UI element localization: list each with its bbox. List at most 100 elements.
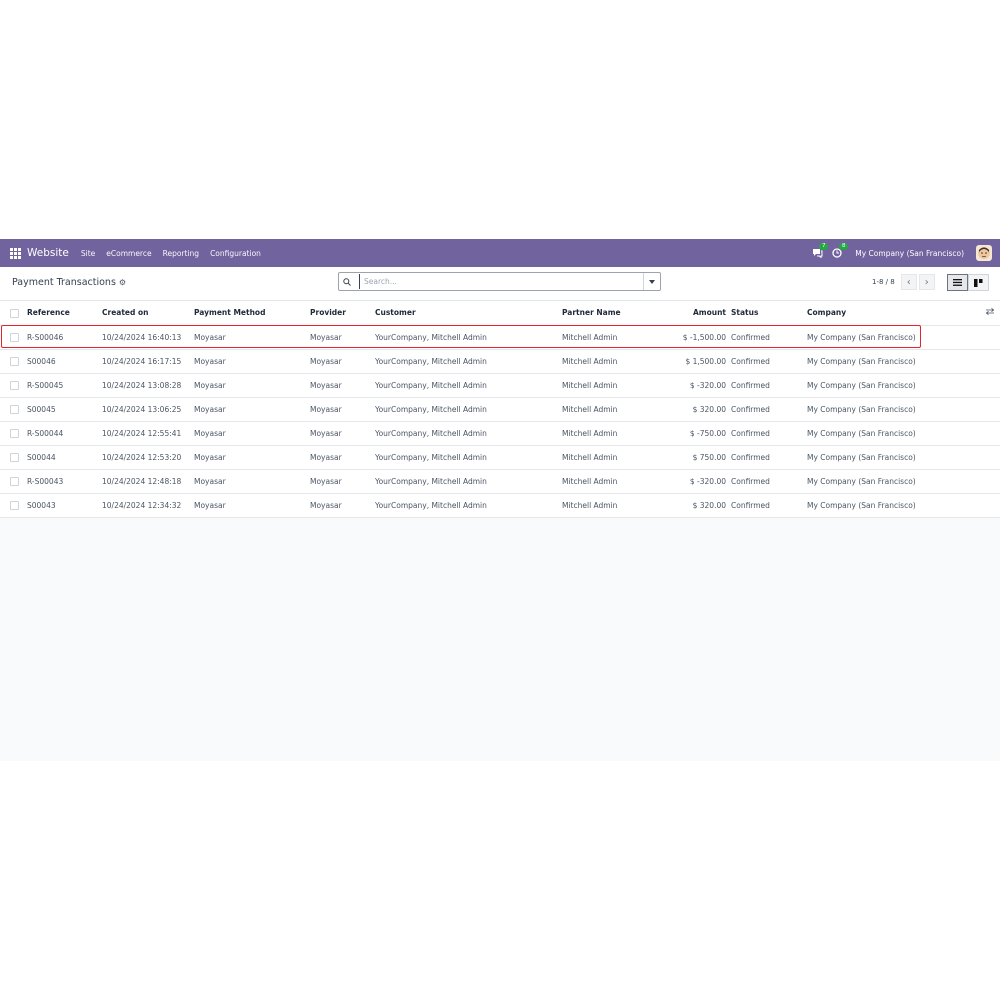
cell-status: Confirmed xyxy=(731,356,770,366)
breadcrumb: Payment Transactions ⚙ xyxy=(12,277,126,288)
kanban-view-button[interactable] xyxy=(968,274,989,291)
row-checkbox[interactable] xyxy=(0,469,27,493)
list-view: Reference Created on Payment Method Prov… xyxy=(0,301,1000,518)
cell-customer: YourCompany, Mitchell Admin xyxy=(375,404,487,414)
cell-reference: S00043 xyxy=(27,500,56,510)
cell-payment-method: Moyasar xyxy=(194,500,226,510)
search-icon xyxy=(339,277,355,286)
search-input[interactable] xyxy=(359,274,643,289)
cell-payment-method: Moyasar xyxy=(194,332,226,342)
sliders-icon xyxy=(985,308,995,316)
row-checkbox[interactable] xyxy=(0,397,27,421)
cell-reference: R-S00043 xyxy=(27,476,64,486)
row-end-cell xyxy=(985,325,1000,349)
cell-created-on: 10/24/2024 16:40:13 xyxy=(102,332,182,342)
kanban-view-icon xyxy=(974,278,983,287)
user-avatar[interactable] xyxy=(976,245,992,261)
cell-payment-method: Moyasar xyxy=(194,428,226,438)
row-checkbox[interactable] xyxy=(0,445,27,469)
menu-site[interactable]: Site xyxy=(81,249,95,258)
list-view-button[interactable] xyxy=(947,274,968,291)
cell-company: My Company (San Francisco) xyxy=(807,404,916,414)
optional-columns-toggle[interactable] xyxy=(985,301,1000,326)
cell-status: Confirmed xyxy=(731,380,770,390)
row-checkbox[interactable] xyxy=(0,325,27,349)
pager-previous-button[interactable]: ‹ xyxy=(900,274,917,290)
cell-amount: $ 1,500.00 xyxy=(685,356,726,366)
pager-value[interactable]: 1-8 / 8 xyxy=(872,278,895,286)
row-end-cell xyxy=(985,493,1000,517)
col-header-amount[interactable]: Amount xyxy=(670,301,731,326)
table-row[interactable]: R-S00044 10/24/2024 12:55:41 Moyasar Moyasa… xyxy=(0,421,1000,445)
cell-status: Confirmed xyxy=(731,452,770,462)
cell-status: Confirmed xyxy=(731,404,770,414)
table-row[interactable]: S00045 10/24/2024 13:06:25 Moyasar Moyasar Y… xyxy=(0,397,1000,421)
pager-next-button[interactable]: › xyxy=(918,274,935,290)
row-end-cell xyxy=(985,469,1000,493)
cell-customer: YourCompany, Mitchell Admin xyxy=(375,428,487,438)
cell-partner-name: Mitchell Admin xyxy=(562,380,618,390)
transactions-table: Reference Created on Payment Method Prov… xyxy=(0,301,1000,518)
col-header-company[interactable]: Company xyxy=(807,301,985,326)
col-header-provider[interactable]: Provider xyxy=(310,301,375,326)
row-end-cell xyxy=(985,397,1000,421)
menu-reporting[interactable]: Reporting xyxy=(163,249,199,258)
cell-provider: Moyasar xyxy=(310,476,342,486)
menu-ecommerce[interactable]: eCommerce xyxy=(106,249,151,258)
cell-partner-name: Mitchell Admin xyxy=(562,428,618,438)
cell-customer: YourCompany, Mitchell Admin xyxy=(375,500,487,510)
table-row[interactable]: R-S00045 10/24/2024 13:08:28 Moyasar Moyasa… xyxy=(0,373,1000,397)
cell-company: My Company (San Francisco) xyxy=(807,452,916,462)
cell-amount: $ 320.00 xyxy=(692,500,726,510)
row-checkbox[interactable] xyxy=(0,349,27,373)
systray: 7 8 My Company (San Francisco) xyxy=(811,243,992,261)
page-title: Payment Transactions xyxy=(12,277,116,288)
col-header-status[interactable]: Status xyxy=(731,301,807,326)
table-row[interactable]: R-S00046 10/24/2024 16:40:13 Moyasar Moyasa… xyxy=(0,325,1000,349)
row-checkbox[interactable] xyxy=(0,373,27,397)
cell-provider: Moyasar xyxy=(310,332,342,342)
row-end-cell xyxy=(985,349,1000,373)
cell-customer: YourCompany, Mitchell Admin xyxy=(375,452,487,462)
cell-created-on: 10/24/2024 12:55:41 xyxy=(102,428,182,438)
cell-partner-name: Mitchell Admin xyxy=(562,452,618,462)
col-header-created-on[interactable]: Created on xyxy=(102,301,194,326)
cell-amount: $ 750.00 xyxy=(692,452,726,462)
messages-icon[interactable]: 7 xyxy=(811,243,829,259)
menu-configuration[interactable]: Configuration xyxy=(210,249,261,258)
table-row[interactable]: S00046 10/24/2024 16:17:15 Moyasar Moyasar Y… xyxy=(0,349,1000,373)
col-header-payment-method[interactable]: Payment Method xyxy=(194,301,310,326)
search-bar xyxy=(338,272,661,291)
cell-provider: Moyasar xyxy=(310,380,342,390)
app-window: Website Site eCommerce Reporting Configu… xyxy=(0,239,1000,761)
table-row[interactable]: S00043 10/24/2024 12:34:32 Moyasar Moyasar Y… xyxy=(0,493,1000,517)
cell-created-on: 10/24/2024 16:17:15 xyxy=(102,356,182,366)
search-options-toggle[interactable] xyxy=(643,273,660,290)
cell-payment-method: Moyasar xyxy=(194,356,226,366)
cell-partner-name: Mitchell Admin xyxy=(562,500,618,510)
row-checkbox[interactable] xyxy=(0,421,27,445)
company-switcher[interactable]: My Company (San Francisco) xyxy=(855,249,964,258)
select-all-checkbox[interactable] xyxy=(0,301,27,326)
activities-clock-icon[interactable]: 8 xyxy=(831,243,849,259)
app-brand[interactable]: Website xyxy=(27,247,69,259)
col-header-customer[interactable]: Customer xyxy=(375,301,562,326)
row-checkbox[interactable] xyxy=(0,493,27,517)
cell-reference: R-S00045 xyxy=(27,380,64,390)
cell-partner-name: Mitchell Admin xyxy=(562,356,618,366)
cell-provider: Moyasar xyxy=(310,428,342,438)
table-row[interactable]: R-S00043 10/24/2024 12:48:18 Moyasar Moyasa… xyxy=(0,469,1000,493)
cell-partner-name: Mitchell Admin xyxy=(562,476,618,486)
cell-reference: R-S00046 xyxy=(27,332,64,342)
cell-provider: Moyasar xyxy=(310,356,342,366)
cell-created-on: 10/24/2024 13:06:25 xyxy=(102,404,182,414)
col-header-reference[interactable]: Reference xyxy=(27,301,102,326)
app-menu-grid-icon[interactable] xyxy=(10,247,21,259)
table-row[interactable]: S00044 10/24/2024 12:53:20 Moyasar Moyasar Y… xyxy=(0,445,1000,469)
col-header-partner-name[interactable]: Partner Name xyxy=(562,301,670,326)
top-navbar: Website Site eCommerce Reporting Configu… xyxy=(0,239,1000,267)
gear-icon[interactable]: ⚙ xyxy=(119,278,126,287)
cell-amount: $ -320.00 xyxy=(689,476,726,486)
cell-customer: YourCompany, Mitchell Admin xyxy=(375,356,487,366)
cell-status: Confirmed xyxy=(731,332,770,342)
